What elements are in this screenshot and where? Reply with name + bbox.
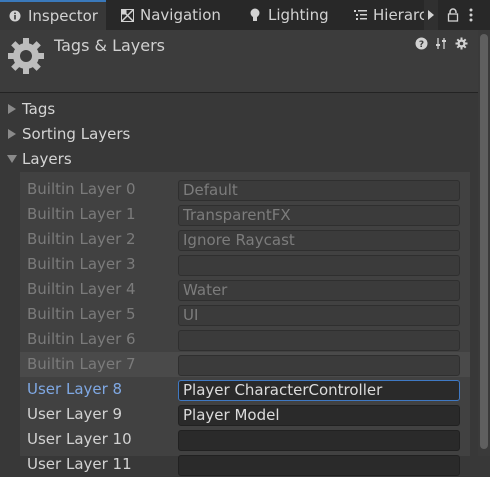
layer-row: User Layer 8 Player CharacterController <box>20 377 470 402</box>
layer-label: User Layer 8 <box>27 380 123 398</box>
layer-name-input[interactable] <box>178 455 460 476</box>
layer-row: Builtin Layer 7 <box>20 352 470 377</box>
layer-name-input[interactable]: Player Model <box>178 405 460 426</box>
page-title: Tags & Layers <box>54 36 166 55</box>
settings-gear-icon <box>6 36 46 76</box>
preset-sliders-icon[interactable] <box>434 36 448 50</box>
chevron-right-icon <box>6 103 18 115</box>
info-icon <box>8 9 22 23</box>
tab-bar: Inspector Navigation Lighting Hierarc <box>0 0 490 30</box>
more-options-icon[interactable] <box>464 0 478 30</box>
layers-list: Builtin Layer 0 Default Builtin Layer 1 … <box>20 172 470 476</box>
sorting-layers-foldout[interactable]: Sorting Layers <box>6 122 130 146</box>
chevron-down-icon <box>6 153 18 165</box>
layer-row: Builtin Layer 0 Default <box>20 177 470 202</box>
foldout-label: Sorting Layers <box>22 125 131 143</box>
tab-scroll-right-icon[interactable] <box>424 0 438 30</box>
tab-inspector[interactable]: Inspector <box>0 0 106 30</box>
layer-label: User Layer 9 <box>27 405 123 423</box>
layer-row: Builtin Layer 4 Water <box>20 277 470 302</box>
layer-name-input[interactable]: Player CharacterController <box>178 380 460 401</box>
layer-name-field: TransparentFX <box>178 205 460 226</box>
layer-name-field: Water <box>178 280 460 301</box>
layer-name-field: Ignore Raycast <box>178 230 460 251</box>
layer-row: Builtin Layer 6 <box>20 327 470 352</box>
scrollbar-thumb[interactable] <box>480 34 488 449</box>
layer-label: User Layer 10 <box>27 430 132 448</box>
layer-label: User Layer 11 <box>27 455 132 473</box>
layers-foldout[interactable]: Layers <box>6 147 72 171</box>
layer-row: Builtin Layer 2 Ignore Raycast <box>20 227 470 252</box>
layer-label: Builtin Layer 4 <box>27 280 136 298</box>
layer-name-field <box>178 255 460 276</box>
navigation-icon <box>120 8 134 22</box>
layer-row: User Layer 10 <box>20 427 470 452</box>
layer-label: Builtin Layer 5 <box>27 305 136 323</box>
inspector-header: Tags & Layers ? <box>0 30 478 93</box>
layer-name-field <box>178 355 460 376</box>
layer-row: Builtin Layer 5 UI <box>20 302 470 327</box>
tab-lighting[interactable]: Lighting <box>240 0 340 30</box>
layer-label: Builtin Layer 1 <box>27 205 136 223</box>
chevron-right-icon <box>6 128 18 140</box>
lightbulb-icon <box>248 8 262 22</box>
layer-name-field <box>178 330 460 351</box>
tab-label: Hierarc <box>373 6 424 24</box>
svg-text:?: ? <box>418 40 423 50</box>
layer-label: Builtin Layer 2 <box>27 230 136 248</box>
layer-row: Builtin Layer 1 TransparentFX <box>20 202 470 227</box>
lock-icon[interactable] <box>446 0 460 30</box>
foldout-label: Layers <box>22 150 72 168</box>
layer-label: Builtin Layer 6 <box>27 330 136 348</box>
layer-name-input[interactable] <box>178 430 460 451</box>
tab-label: Inspector <box>28 7 98 25</box>
layer-label: Builtin Layer 0 <box>27 180 136 198</box>
layer-row: User Layer 9 Player Model <box>20 402 470 427</box>
layer-label: Builtin Layer 7 <box>27 355 136 373</box>
tab-hierarchy[interactable]: Hierarc <box>346 0 424 30</box>
settings-icon[interactable] <box>454 36 468 50</box>
layer-name-field: UI <box>178 305 460 326</box>
tab-label: Lighting <box>268 6 329 24</box>
layer-label: Builtin Layer 3 <box>27 255 136 273</box>
foldout-label: Tags <box>22 100 56 118</box>
vertical-scrollbar[interactable] <box>478 30 490 456</box>
tags-foldout[interactable]: Tags <box>6 97 55 121</box>
hierarchy-icon <box>354 8 367 22</box>
layer-row: Builtin Layer 3 <box>20 252 470 277</box>
layer-name-field: Default <box>178 180 460 201</box>
tab-navigation[interactable]: Navigation <box>112 0 232 30</box>
tab-label: Navigation <box>140 6 221 24</box>
help-icon[interactable]: ? <box>414 36 428 50</box>
